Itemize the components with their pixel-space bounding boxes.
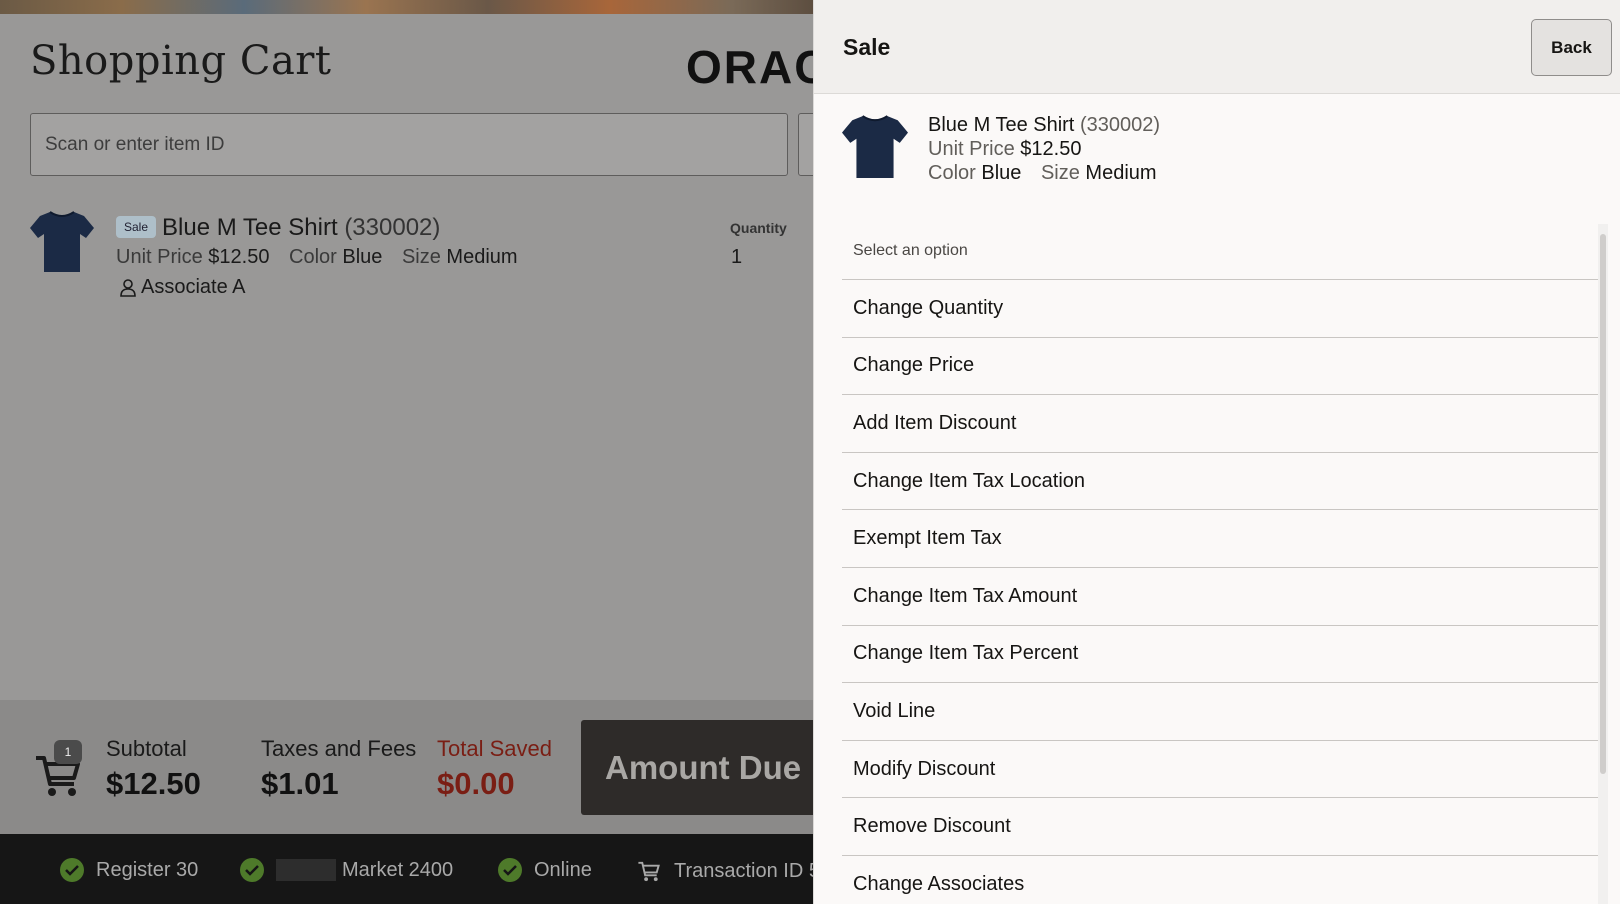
item-associate: Associate A bbox=[120, 276, 246, 299]
taxes-block: Taxes and Fees $1.01 bbox=[261, 736, 416, 802]
redacted-block bbox=[276, 859, 336, 881]
option-change-associates[interactable]: Change Associates bbox=[842, 856, 1606, 904]
register-label: Register 30 bbox=[96, 858, 199, 881]
item-sku: (330002) bbox=[344, 214, 441, 241]
tshirt-icon bbox=[842, 115, 908, 178]
quantity-value: 1 bbox=[731, 246, 743, 268]
item-attributes: Unit Price $12.50 Color Blue Size Medium bbox=[116, 246, 518, 269]
option-change-item-tax-percent[interactable]: Change Item Tax Percent bbox=[842, 626, 1606, 684]
options-list: Select an option Change Quantity Change … bbox=[842, 224, 1606, 904]
drawer-title: Sale bbox=[843, 34, 891, 60]
totals-bar: 1 Subtotal $12.50 Taxes and Fees $1.01 T… bbox=[0, 700, 813, 834]
check-circle-icon bbox=[60, 858, 84, 882]
option-exempt-item-tax[interactable]: Exempt Item Tax bbox=[842, 510, 1606, 568]
unit-price-label: Unit Price bbox=[116, 246, 203, 268]
taxes-value: $1.01 bbox=[261, 766, 339, 801]
subtotal-value: $12.50 bbox=[106, 766, 201, 801]
back-button[interactable]: Back bbox=[1531, 19, 1612, 76]
check-circle-icon bbox=[240, 858, 264, 882]
online-label: Online bbox=[534, 858, 592, 881]
scan-button[interactable] bbox=[798, 113, 813, 176]
option-change-item-tax-amount[interactable]: Change Item Tax Amount bbox=[842, 568, 1606, 626]
cart-summary: 1 bbox=[34, 740, 86, 796]
page-title: Shopping Cart bbox=[30, 38, 332, 84]
option-change-item-tax-location[interactable]: Change Item Tax Location bbox=[842, 453, 1606, 511]
subtotal-block: Subtotal $12.50 bbox=[106, 736, 201, 802]
check-circle-icon bbox=[498, 858, 522, 882]
sale-badge: Sale bbox=[116, 216, 157, 238]
unit-price-value: $12.50 bbox=[208, 246, 270, 268]
total-saved-value: $0.00 bbox=[437, 766, 515, 801]
option-void-line[interactable]: Void Line bbox=[842, 683, 1606, 741]
total-saved-label: Total Saved bbox=[437, 736, 552, 761]
amount-due-button[interactable]: Amount Due bbox=[581, 720, 813, 815]
transaction-label: Transaction ID 5 bbox=[674, 859, 813, 882]
drawer-color-label: Color bbox=[928, 162, 976, 184]
register-status: Register 30 bbox=[60, 858, 198, 882]
drawer-size-value: Medium bbox=[1085, 162, 1157, 184]
cart-count-badge: 1 bbox=[54, 740, 82, 764]
option-remove-discount[interactable]: Remove Discount bbox=[842, 798, 1606, 856]
drawer-header: Sale Back bbox=[814, 0, 1620, 94]
tshirt-icon bbox=[30, 211, 94, 272]
person-icon bbox=[120, 278, 136, 297]
cart-line-item[interactable]: Sale Blue M Tee Shirt (330002) Unit Pric… bbox=[30, 208, 800, 308]
drawer-unit-price-label: Unit Price bbox=[928, 138, 1015, 160]
market-label: Market 2400 bbox=[342, 858, 454, 881]
drawer-item-price: Unit Price $12.50 bbox=[928, 138, 1081, 161]
options-header: Select an option bbox=[842, 224, 1606, 280]
option-change-quantity[interactable]: Change Quantity bbox=[842, 280, 1606, 338]
drawer-item-summary: Blue M Tee Shirt (330002) Unit Price $12… bbox=[842, 112, 1602, 192]
quantity-label: Quantity bbox=[730, 220, 787, 236]
item-title: Blue M Tee Shirt bbox=[162, 214, 338, 241]
color-label: Color bbox=[289, 246, 337, 268]
item-name: Blue M Tee Shirt (330002) bbox=[162, 214, 440, 242]
drawer-item-sku: (330002) bbox=[1079, 114, 1160, 136]
total-saved-block: Total Saved $0.00 bbox=[437, 736, 552, 802]
options-scrollbar-thumb[interactable] bbox=[1600, 234, 1606, 774]
drawer-item-attributes: Color Blue Size Medium bbox=[928, 162, 1157, 185]
drawer-color-value: Blue bbox=[981, 162, 1022, 184]
status-bar: Register 30 Market 2400 Online Transacti… bbox=[0, 834, 813, 904]
market-status: Market 2400 bbox=[240, 858, 453, 882]
size-value: Medium bbox=[446, 246, 518, 268]
color-value: Blue bbox=[342, 246, 383, 268]
scan-item-input[interactable] bbox=[30, 113, 788, 176]
brand-logo: ORACLE bbox=[686, 41, 813, 93]
option-modify-discount[interactable]: Modify Discount bbox=[842, 741, 1606, 799]
size-label: Size bbox=[401, 246, 441, 268]
taxes-label: Taxes and Fees bbox=[261, 736, 417, 761]
sale-drawer: Sale Back Blue M Tee Shirt (330002) Unit… bbox=[813, 0, 1620, 904]
option-change-price[interactable]: Change Price bbox=[842, 338, 1606, 396]
header-banner bbox=[0, 0, 813, 14]
shopping-cart-icon bbox=[638, 861, 660, 882]
drawer-size-label: Size bbox=[1040, 162, 1080, 184]
shopping-cart-screen: Shopping Cart ORACLE Sale Blue M Tee Shi… bbox=[0, 0, 813, 904]
drawer-unit-price-value: $12.50 bbox=[1020, 138, 1082, 160]
drawer-item-title: Blue M Tee Shirt bbox=[928, 114, 1075, 136]
drawer-item-name: Blue M Tee Shirt (330002) bbox=[928, 114, 1160, 137]
subtotal-label: Subtotal bbox=[106, 736, 187, 761]
transaction-status: Transaction ID 5 bbox=[636, 858, 813, 884]
associate-name: Associate A bbox=[141, 276, 246, 298]
online-status: Online bbox=[498, 858, 592, 882]
option-add-item-discount[interactable]: Add Item Discount bbox=[842, 395, 1606, 453]
